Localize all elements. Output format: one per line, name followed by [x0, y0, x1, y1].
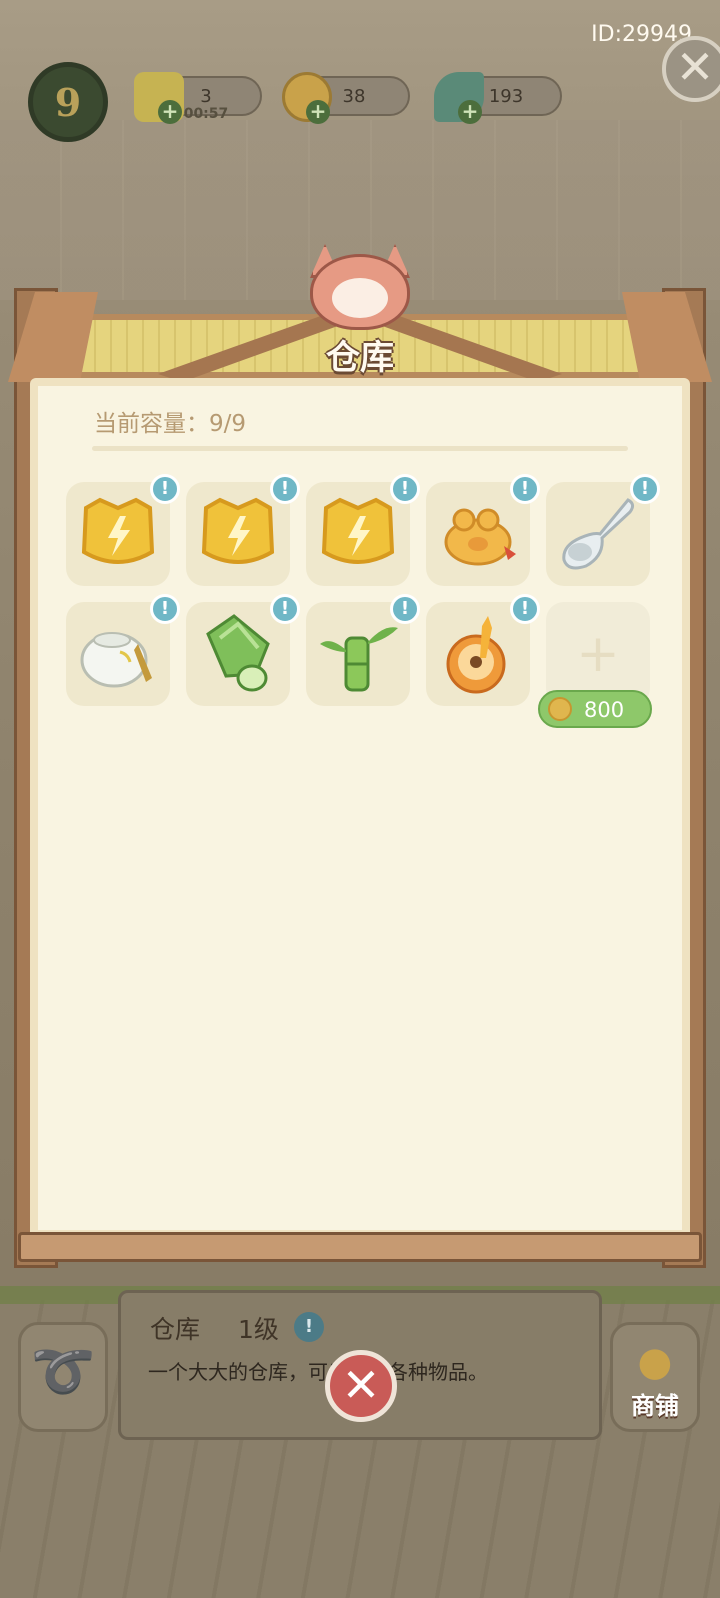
new-item-badge: ! [270, 594, 300, 624]
energy-cat-token-icon [201, 497, 275, 564]
player-level-badge[interactable]: 9 [28, 62, 108, 142]
new-item-badge: ! [390, 594, 420, 624]
new-item-badge: ! [150, 474, 180, 504]
building-name: 仓库 [150, 1315, 201, 1344]
top-hud: 9 3 00:57 + 38 + 193 + ID:29949 ✕ [0, 0, 720, 150]
energy-counter[interactable]: 3 00:57 + [134, 72, 262, 124]
coin-counter[interactable]: 38 + [282, 72, 410, 124]
capacity-label: 当前容量：9/9 [94, 411, 247, 437]
coin-icon [548, 697, 572, 721]
new-item-badge: ! [510, 594, 540, 624]
add-coins-icon[interactable]: + [306, 100, 330, 124]
shop-button[interactable]: ● 商铺 [610, 1322, 700, 1432]
energy-cat-token-icon [81, 497, 155, 564]
half-orange-icon [446, 616, 506, 694]
inventory-slot[interactable]: ! [66, 594, 180, 706]
inventory-slot[interactable]: ! [186, 474, 300, 586]
shop-label: 商铺 [631, 1392, 679, 1420]
info-icon[interactable]: ! [294, 1312, 324, 1342]
building-level: 1级 [238, 1315, 279, 1344]
player-level: 9 [54, 79, 82, 125]
energy-cat-token-icon [321, 497, 395, 564]
unlock-slot-button[interactable]: 800 [538, 690, 652, 728]
inventory-slot[interactable]: ! [426, 594, 540, 706]
panel-title: 仓库 [326, 338, 394, 378]
new-item-badge: ! [390, 474, 420, 504]
paw-icon: ➰ [30, 1342, 96, 1402]
plus-icon: + [576, 624, 620, 684]
inventory-slot[interactable]: ! [66, 474, 180, 586]
mascot-face [332, 278, 388, 318]
new-item-badge: ! [150, 594, 180, 624]
panel-bottom-rod [18, 1232, 702, 1262]
capacity-divider [92, 446, 628, 451]
back-button[interactable]: ➰ [18, 1322, 108, 1432]
golden-toad-icon [444, 508, 516, 566]
building-description: 一个大大的仓库，可以放入各种物品。 [148, 1360, 488, 1384]
porcelain-teapot-icon [80, 632, 152, 688]
new-item-badge: ! [510, 474, 540, 504]
inventory-slot[interactable]: ! [306, 474, 420, 586]
inventory-slot[interactable]: ! [426, 474, 540, 586]
inventory-slot[interactable]: ! [546, 474, 660, 586]
shop-cat-icon: ● [637, 1339, 673, 1385]
unlock-price: 800 [584, 698, 625, 722]
inventory-slot[interactable]: ! [186, 594, 300, 706]
new-item-badge: ! [630, 474, 660, 504]
inventory-slot[interactable]: ! [306, 594, 420, 706]
leaf-counter[interactable]: 193 + [434, 72, 562, 124]
close-icon[interactable]: ✕ [662, 36, 720, 102]
porcelain-spoon-icon [562, 498, 635, 570]
bamboo-shoot-icon [206, 614, 270, 692]
bamboo-stalk-icon [320, 627, 398, 692]
new-item-badge: ! [270, 474, 300, 504]
add-energy-icon[interactable]: + [158, 100, 182, 124]
add-leaves-icon[interactable]: + [458, 100, 482, 124]
red-panda-mascot-icon [304, 244, 416, 332]
close-panel-button[interactable]: ✕ [325, 1350, 397, 1422]
